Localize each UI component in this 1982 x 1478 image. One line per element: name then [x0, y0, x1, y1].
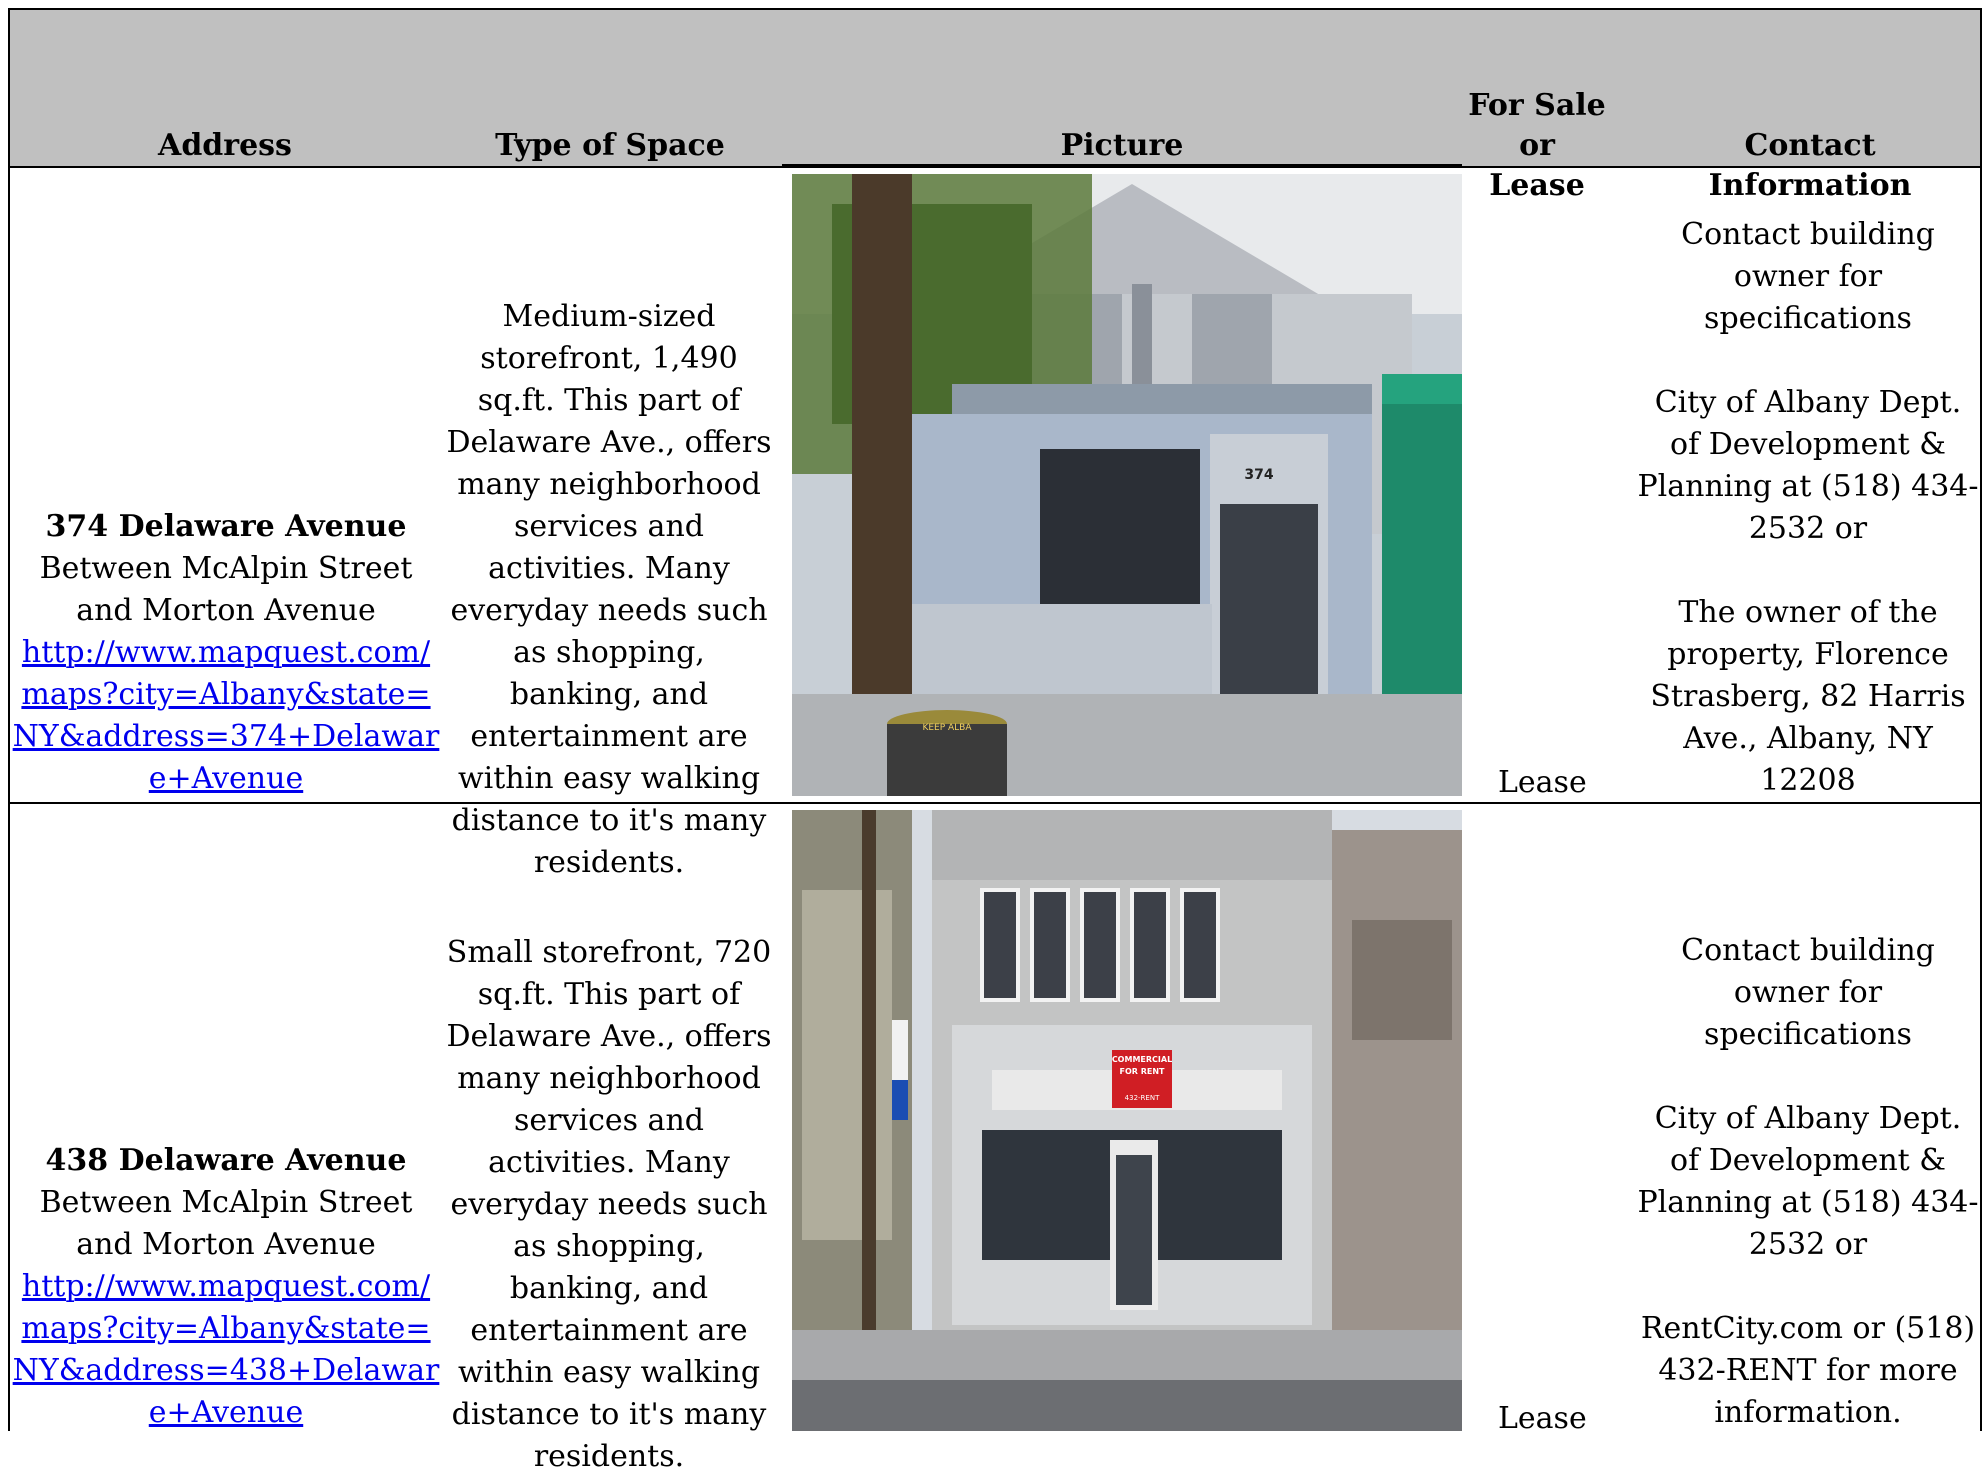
photo-address-number: 374	[1244, 467, 1273, 483]
sale-or-lease-value: Lease	[1498, 1401, 1587, 1436]
table-row-address: 438 Delaware Avenue Between McAlpin Stre…	[12, 1140, 440, 1434]
contact-line-1: Contact building owner for specification…	[1681, 217, 1935, 336]
storefront-photo-438: COMMERCIAL FOR RENT 432-RENT	[792, 810, 1462, 1431]
header-contact: Contact Information	[1708, 128, 1912, 203]
contact-line-2: City of Albany Dept. of Development & Pl…	[1637, 1101, 1979, 1262]
address-between: Between McAlpin Street and Morton Avenue	[39, 1185, 413, 1262]
contact-line-3: RentCity.com or (518) 432-RENT for more …	[1640, 1311, 1976, 1430]
row-divider	[10, 802, 1982, 804]
contact-line-3: The owner of the property, Florence Stra…	[1650, 595, 1966, 798]
contact-line-2: City of Albany Dept. of Development & Pl…	[1637, 385, 1979, 546]
contact-line-1: Contact building owner for specification…	[1681, 933, 1935, 1052]
header-sale-or-lease-line1: For Sale or	[1468, 88, 1606, 163]
address-between: Between McAlpin Street and Morton Avenue	[39, 551, 413, 628]
table-row-address: 374 Delaware Avenue Between McAlpin Stre…	[12, 506, 440, 800]
header-address: Address	[158, 128, 292, 163]
header-sale-or-lease: For Sale or Lease	[1462, 86, 1612, 206]
table-row-description: Small storefront, 720 sq.ft. This part o…	[446, 935, 772, 1474]
map-link[interactable]: http://www.mapquest.com/maps?city=Albany…	[13, 635, 440, 796]
contact-info: Contact building owner for specification…	[1636, 214, 1980, 802]
photo-sign-commercial: COMMERCIAL	[1112, 1055, 1172, 1064]
table-row-description: Medium-sized storefront, 1,490 sq.ft. Th…	[446, 299, 772, 880]
address-title: 438 Delaware Avenue	[45, 1143, 407, 1178]
header-sale-or-lease-line2: Lease	[1489, 168, 1585, 203]
header-picture: Picture	[1060, 128, 1184, 163]
map-link[interactable]: http://www.mapquest.com/maps?city=Albany…	[13, 1269, 440, 1430]
photo-trash-label: KEEP ALBA	[922, 723, 972, 733]
address-title: 374 Delaware Avenue	[45, 509, 407, 544]
storefront-photo-374: 374 KEEP ALBA	[792, 174, 1462, 796]
contact-info: Contact building owner for specification…	[1636, 930, 1980, 1434]
sale-or-lease-value: Lease	[1498, 765, 1587, 800]
photo-sign-phone: 432-RENT	[1125, 1094, 1160, 1102]
photo-sign-for-rent: FOR RENT	[1120, 1067, 1166, 1076]
header-type-of-space: Type of Space	[495, 128, 725, 163]
